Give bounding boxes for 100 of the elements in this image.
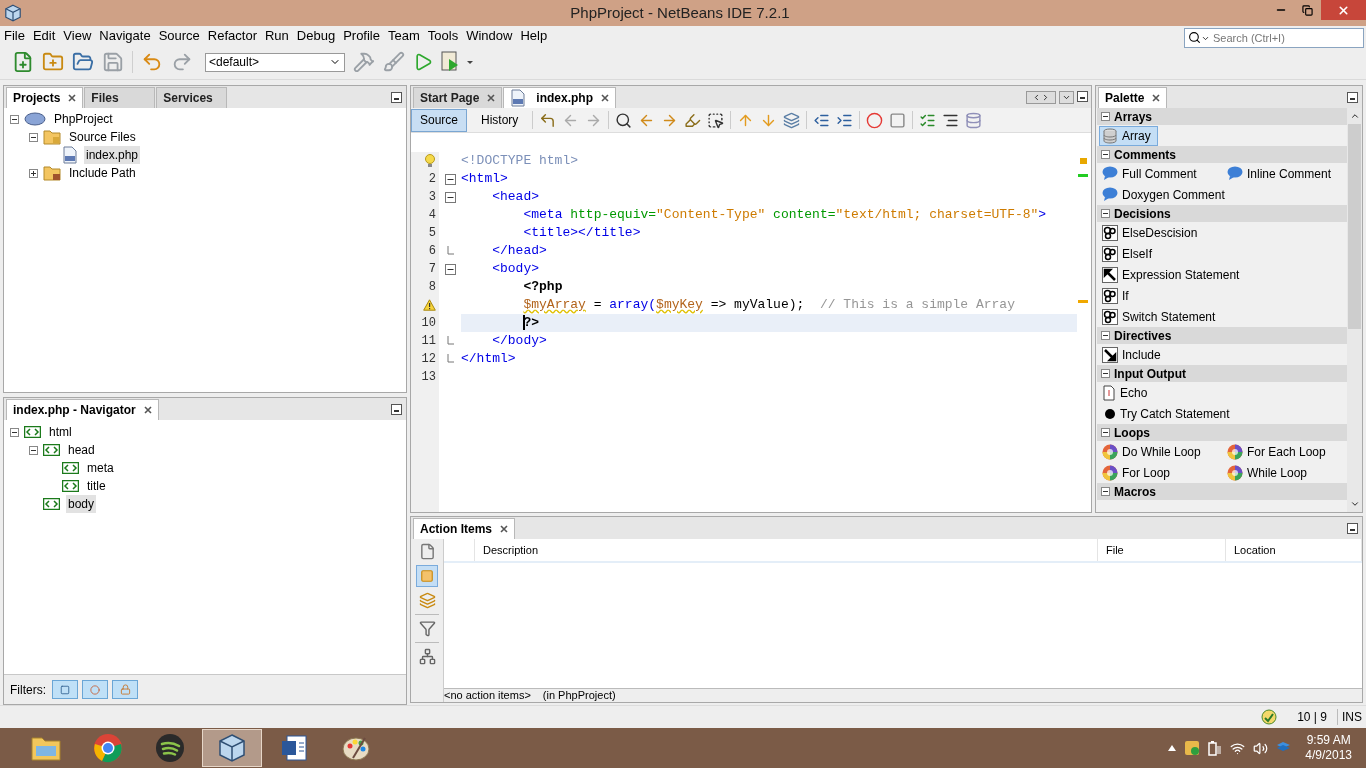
collapse-icon[interactable] xyxy=(10,427,19,437)
collapse-icon[interactable] xyxy=(29,132,38,142)
close-icon[interactable] xyxy=(1152,94,1161,102)
speaker-icon[interactable] xyxy=(1253,740,1269,756)
menu-item[interactable]: File xyxy=(4,25,25,46)
collapse-icon[interactable] xyxy=(1101,428,1110,437)
category-header[interactable]: Arrays xyxy=(1097,108,1347,125)
up-arrow-icon[interactable] xyxy=(1168,745,1177,751)
minimize-icon[interactable] xyxy=(1347,91,1358,103)
scrollbar[interactable] xyxy=(1347,108,1362,512)
minimize-icon[interactable] xyxy=(391,91,402,103)
menu-item[interactable]: Tools xyxy=(427,25,459,46)
tree-view-icon[interactable] xyxy=(418,648,436,665)
menu-item[interactable]: Source xyxy=(158,25,200,46)
configuration-dropdown[interactable]: <default> xyxy=(205,52,345,72)
palette-item[interactable]: Do While Loop xyxy=(1099,441,1208,462)
collapse-icon[interactable] xyxy=(1101,487,1110,496)
view-tab[interactable]: Source xyxy=(411,108,468,132)
scroll-tabs-button[interactable] xyxy=(1026,90,1056,104)
search-field[interactable]: Search (Ctrl+I) xyxy=(1184,27,1364,48)
cube-icon[interactable] xyxy=(4,4,22,22)
palette-item[interactable]: Array xyxy=(1099,125,1158,146)
tree-item[interactable]: meta xyxy=(85,459,116,477)
search-icon[interactable] xyxy=(1188,30,1201,44)
column-header[interactable]: Description xyxy=(475,539,1098,561)
debug-run-icon[interactable] xyxy=(441,51,473,73)
view-tab[interactable]: History xyxy=(473,108,527,132)
layers-icon[interactable] xyxy=(783,111,801,129)
battery-icon[interactable] xyxy=(1208,740,1223,756)
palette-item[interactable]: Switch Statement xyxy=(1099,306,1223,327)
menu-item[interactable]: Refactor xyxy=(207,25,257,46)
palette-item[interactable]: If xyxy=(1099,285,1136,306)
up-icon[interactable] xyxy=(1349,111,1360,121)
collapse-icon[interactable] xyxy=(29,445,38,455)
menu-item[interactable]: View xyxy=(63,25,92,46)
panel-tab[interactable]: Palette xyxy=(1098,87,1168,108)
panel-tab[interactable]: Action Items xyxy=(413,518,515,539)
close-icon[interactable] xyxy=(601,94,610,102)
fold-icon[interactable] xyxy=(444,263,456,275)
collapse-icon[interactable] xyxy=(1101,369,1110,378)
tree-item[interactable]: title xyxy=(85,477,108,495)
close-icon[interactable] xyxy=(68,94,77,102)
file-icon[interactable] xyxy=(418,543,436,560)
close-icon[interactable] xyxy=(143,406,152,414)
tree-item[interactable]: head xyxy=(66,441,97,459)
panel-tab[interactable]: index.php - Navigator xyxy=(6,399,159,420)
signal-icon[interactable] xyxy=(1230,740,1246,756)
tree-item[interactable]: html xyxy=(47,423,74,441)
palette-item[interactable]: Echo xyxy=(1099,382,1155,403)
database-icon[interactable] xyxy=(965,111,983,129)
palette-item[interactable]: Expression Statement xyxy=(1099,264,1247,285)
panel-tab[interactable]: Projects xyxy=(6,87,84,108)
menu-item[interactable]: Edit xyxy=(32,25,56,46)
column-header[interactable]: File xyxy=(1098,539,1226,561)
lightbulb-icon[interactable] xyxy=(424,154,436,168)
collapse-icon[interactable] xyxy=(1101,150,1110,159)
down-icon[interactable] xyxy=(1349,499,1360,509)
category-header[interactable]: Input Output xyxy=(1097,365,1347,382)
filter-toggle[interactable] xyxy=(52,680,78,699)
menu-item[interactable]: Window xyxy=(466,25,513,46)
taskbar-app[interactable] xyxy=(202,729,262,767)
minimize-icon[interactable] xyxy=(1077,90,1088,102)
fold-icon[interactable] xyxy=(444,173,456,185)
panel-tab[interactable]: Services xyxy=(156,87,228,108)
palette-item[interactable]: Inline Comment xyxy=(1224,163,1339,184)
expand-icon[interactable] xyxy=(29,168,38,178)
run-icon[interactable] xyxy=(413,52,433,72)
shield-icon[interactable] xyxy=(1184,740,1201,756)
collapse-icon[interactable] xyxy=(1101,209,1110,218)
tree-item[interactable]: Source Files xyxy=(67,128,138,146)
menu-item[interactable]: Navigate xyxy=(99,25,151,46)
jump-back-icon[interactable] xyxy=(539,111,557,129)
search-icon[interactable] xyxy=(615,111,633,129)
error-marker[interactable] xyxy=(1080,158,1087,164)
panel-tab[interactable]: index.php xyxy=(503,87,617,108)
current-file-toggle[interactable] xyxy=(416,565,438,587)
warning-icon[interactable] xyxy=(423,299,436,311)
filter-icon[interactable] xyxy=(418,620,436,637)
column-header[interactable]: Location xyxy=(1226,539,1362,561)
error-marker[interactable] xyxy=(1078,174,1088,177)
collapse-icon[interactable] xyxy=(1101,331,1110,340)
palette-item[interactable]: Doxygen Comment xyxy=(1099,184,1232,205)
tree-item[interactable]: index.php xyxy=(84,146,141,164)
category-header[interactable]: Loops xyxy=(1097,424,1347,441)
collapse-icon[interactable] xyxy=(1101,112,1110,121)
clock-time[interactable]: 9:59 AM xyxy=(1306,733,1351,748)
palette-item[interactable]: Full Comment xyxy=(1099,163,1204,184)
collapse-icon[interactable] xyxy=(10,114,19,124)
minimize-icon[interactable] xyxy=(391,403,402,415)
category-header[interactable]: Comments xyxy=(1097,146,1347,163)
new-file-icon[interactable] xyxy=(12,51,34,73)
notification-icon[interactable] xyxy=(1261,709,1278,725)
category-header[interactable]: Decisions xyxy=(1097,205,1347,222)
record-icon[interactable] xyxy=(866,111,884,129)
document-list-button[interactable] xyxy=(1059,90,1074,104)
minimize-icon[interactable] xyxy=(1347,522,1358,534)
palette-item[interactable]: For Each Loop xyxy=(1224,441,1333,462)
close-icon[interactable] xyxy=(500,525,508,533)
menu-item[interactable]: Team xyxy=(388,25,420,46)
stop-icon[interactable] xyxy=(889,111,907,129)
